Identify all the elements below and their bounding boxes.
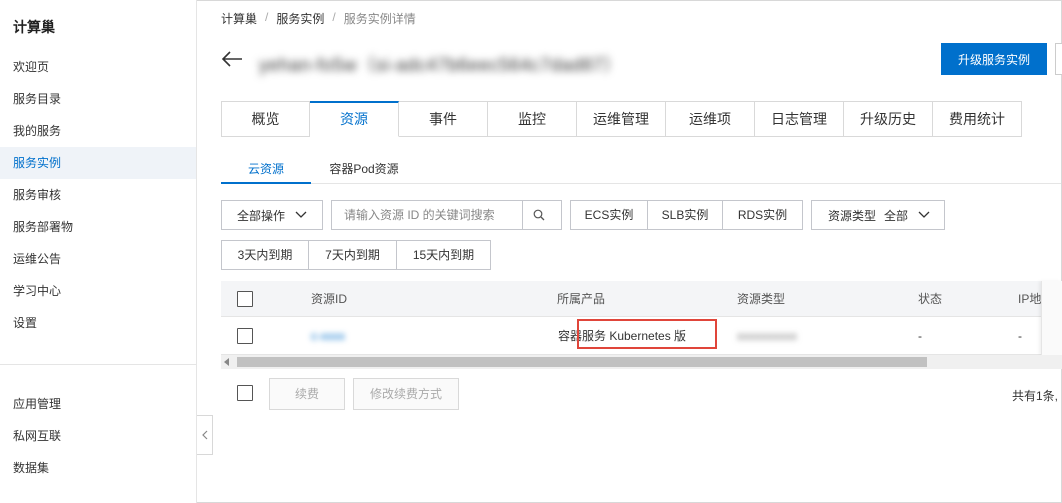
tab-events[interactable]: 事件 — [399, 101, 488, 137]
resource-filter-group: ECS实例 SLB实例 RDS实例 — [570, 200, 803, 230]
expiry-filter-group: 3天内到期 7天内到期 15天内到期 — [221, 240, 491, 270]
search-input[interactable] — [332, 201, 522, 229]
breadcrumb-separator: / — [265, 10, 269, 24]
resource-id-link[interactable]: c-xxxx — [311, 317, 345, 355]
column-header-status: 状态 — [918, 292, 943, 306]
breadcrumb-item[interactable]: 服务实例 — [276, 10, 324, 27]
sidebar-item-deployables[interactable]: 服务部署物 — [0, 211, 196, 243]
column-header-resource-type: 资源类型 — [737, 292, 786, 306]
expire-3-days-button[interactable]: 3天内到期 — [222, 241, 309, 269]
filter-rds-button[interactable]: RDS实例 — [723, 201, 802, 229]
table-header: 资源ID 所属产品 资源类型 状态 IP地址 — [221, 281, 1062, 317]
sidebar-item-learning-center[interactable]: 学习中心 — [0, 275, 196, 307]
tab-overview[interactable]: 概览 — [221, 101, 310, 137]
breadcrumb-current: 服务实例详情 — [343, 12, 416, 26]
renew-button[interactable]: 续费 — [269, 378, 345, 410]
upgrade-instance-button[interactable]: 升级服务实例 — [941, 43, 1047, 75]
row-checkbox[interactable] — [237, 328, 253, 344]
expire-7-days-button[interactable]: 7天内到期 — [309, 241, 397, 269]
chevron-down-icon — [295, 211, 307, 218]
tab-upgrade-history[interactable]: 升级历史 — [844, 101, 933, 137]
resource-type-value: 全部 — [884, 208, 909, 223]
expire-15-days-button[interactable]: 15天内到期 — [397, 241, 490, 269]
tab-log-management[interactable]: 日志管理 — [755, 101, 844, 137]
sidebar-item-service-catalog[interactable]: 服务目录 — [0, 83, 196, 115]
tab-monitoring[interactable]: 监控 — [488, 101, 577, 137]
sidebar-item-service-review[interactable]: 服务审核 — [0, 179, 196, 211]
sidebar-item-settings[interactable]: 设置 — [0, 307, 196, 339]
main-content: 计算巢 / 服务实例 / 服务实例详情 yehan-fo5w（si-adc47b… — [197, 0, 1062, 503]
column-header-product: 所属产品 — [557, 292, 606, 306]
search-box — [331, 200, 562, 230]
filter-ecs-button[interactable]: ECS实例 — [571, 201, 648, 229]
search-icon — [533, 209, 544, 221]
chevron-down-icon — [918, 211, 930, 218]
sub-tabs: 云资源 容器Pod资源 — [221, 158, 1061, 184]
ip-cell: - — [1018, 329, 1022, 343]
search-button[interactable] — [522, 201, 554, 229]
page-title: yehan-fo5w（si-adc47b6eec564c7dad87） — [259, 55, 622, 75]
table-horizontal-scrollbar[interactable] — [221, 355, 1062, 369]
sidebar-item-welcome[interactable]: 欢迎页 — [0, 51, 196, 83]
all-actions-dropdown[interactable]: 全部操作 — [221, 200, 323, 230]
subtab-cloud-resources[interactable]: 云资源 — [221, 158, 311, 184]
sidebar-divider — [0, 364, 196, 365]
column-header-resource-id: 资源ID — [311, 292, 348, 306]
scrollbar-thumb[interactable] — [237, 357, 927, 367]
breadcrumb-item[interactable]: 计算巢 — [221, 10, 257, 27]
tab-cost-statistics[interactable]: 费用统计 — [933, 101, 1022, 137]
tab-resources[interactable]: 资源 — [310, 101, 399, 137]
tab-ops-management[interactable]: 运维管理 — [577, 101, 666, 137]
sidebar-item-service-instances[interactable]: 服务实例 — [0, 147, 196, 179]
footer-select-all-checkbox[interactable] — [237, 385, 253, 401]
all-actions-label: 全部操作 — [237, 208, 286, 223]
sidebar-title: 计算巢 — [13, 19, 55, 35]
primary-tabs: 概览 资源 事件 监控 运维管理 运维项 日志管理 升级历史 费用统计 — [221, 101, 1022, 137]
tab-ops-items[interactable]: 运维项 — [666, 101, 755, 137]
pagination-total: 共有1条, — [1012, 389, 1059, 403]
filter-slb-button[interactable]: SLB实例 — [648, 201, 723, 229]
resource-type-cell: xxxxxxxxxx — [737, 329, 797, 343]
select-all-checkbox[interactable] — [237, 291, 253, 307]
sidebar-item-private-network[interactable]: 私网互联 — [0, 420, 196, 452]
breadcrumb-separator: / — [332, 10, 336, 24]
subtab-container-pod-resources[interactable]: 容器Pod资源 — [319, 158, 409, 184]
scroll-left-icon[interactable] — [224, 358, 229, 366]
breadcrumb: 计算巢 / 服务实例 / 服务实例详情 — [221, 10, 416, 27]
sidebar-item-ops-announcements[interactable]: 运维公告 — [0, 243, 196, 275]
resource-type-label: 资源类型 — [828, 208, 877, 223]
resource-type-select[interactable]: 资源类型 全部 — [811, 200, 945, 230]
fixed-column-edge — [1041, 281, 1062, 355]
change-renewal-method-button[interactable]: 修改续费方式 — [353, 378, 459, 410]
more-actions-button[interactable] — [1055, 43, 1062, 75]
sidebar-item-my-services[interactable]: 我的服务 — [0, 115, 196, 147]
highlight-annotation — [577, 319, 717, 349]
status-cell: - — [918, 329, 922, 343]
sidebar-item-app-management[interactable]: 应用管理 — [0, 388, 196, 420]
back-arrow-icon[interactable] — [221, 49, 243, 69]
sidebar-item-datasets[interactable]: 数据集 — [0, 452, 196, 484]
sidebar: 计算巢 欢迎页 服务目录 我的服务 服务实例 服务审核 服务部署物 运维公告 学… — [0, 0, 197, 503]
